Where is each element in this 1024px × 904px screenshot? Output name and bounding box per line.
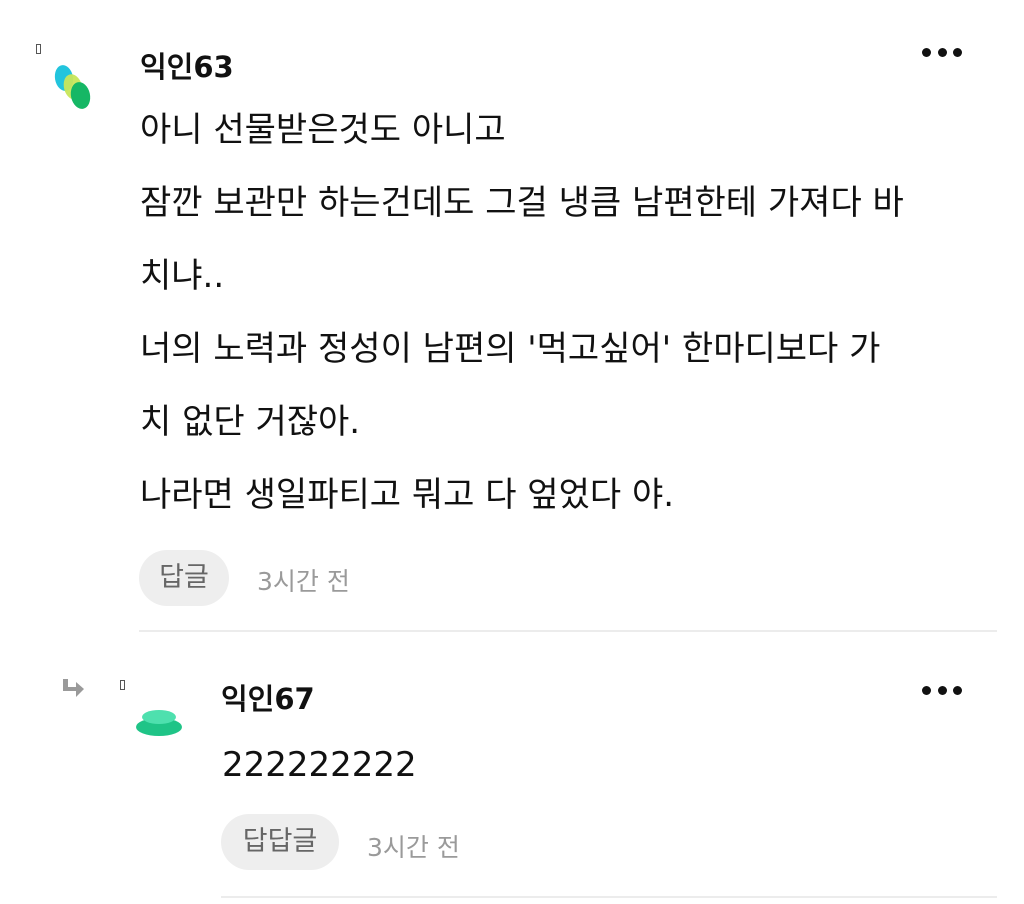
avatar-shape	[68, 80, 93, 111]
avatar-shape	[142, 710, 176, 724]
comment-line: 나라면 생일파티고 뭐고 다 엎었다 야.	[140, 475, 675, 515]
comment-line: 치냐..	[140, 256, 225, 296]
marker-icon	[120, 680, 125, 690]
divider	[221, 896, 997, 898]
avatar[interactable]	[136, 704, 184, 740]
comment-line: 잠깐 보관만 하는건데도 그걸 냉큼 남편한테 가져다 바	[140, 183, 904, 223]
more-options-icon[interactable]	[922, 44, 962, 60]
comment-author[interactable]: 익인63	[140, 44, 234, 86]
comment-author[interactable]: 익인67	[221, 676, 315, 718]
reply-comment: 익인67 222222222 답답글 3시간 전	[0, 632, 1024, 904]
reply-button[interactable]: 답답글	[221, 814, 339, 870]
comment-line: 아니 선물받은것도 아니고	[140, 110, 506, 150]
comment-timestamp: 3시간 전	[257, 567, 350, 596]
more-options-icon[interactable]	[922, 682, 962, 698]
comment-timestamp: 3시간 전	[367, 833, 460, 862]
comment-line: 치 없단 거잖아.	[140, 402, 361, 442]
avatar[interactable]	[50, 60, 98, 114]
comment-body: 아니 선물받은것도 아니고 잠깐 보관만 하는건데도 그걸 냉큼 남편한테 가져…	[140, 94, 1010, 532]
reply-arrow-icon	[63, 679, 84, 697]
comment: 익인63 아니 선물받은것도 아니고 잠깐 보관만 하는건데도 그걸 냉큼 남편…	[0, 0, 1024, 632]
reply-button[interactable]: 답글	[139, 550, 229, 606]
marker-icon	[36, 44, 41, 54]
comment-body: 222222222	[222, 730, 1024, 800]
comment-thread: 익인63 아니 선물받은것도 아니고 잠깐 보관만 하는건데도 그걸 냉큼 남편…	[0, 0, 1024, 904]
comment-line: 222222222	[222, 745, 417, 785]
comment-line: 너의 노력과 정성이 남편의 '먹고싶어' 한마디보다 가	[140, 329, 881, 369]
